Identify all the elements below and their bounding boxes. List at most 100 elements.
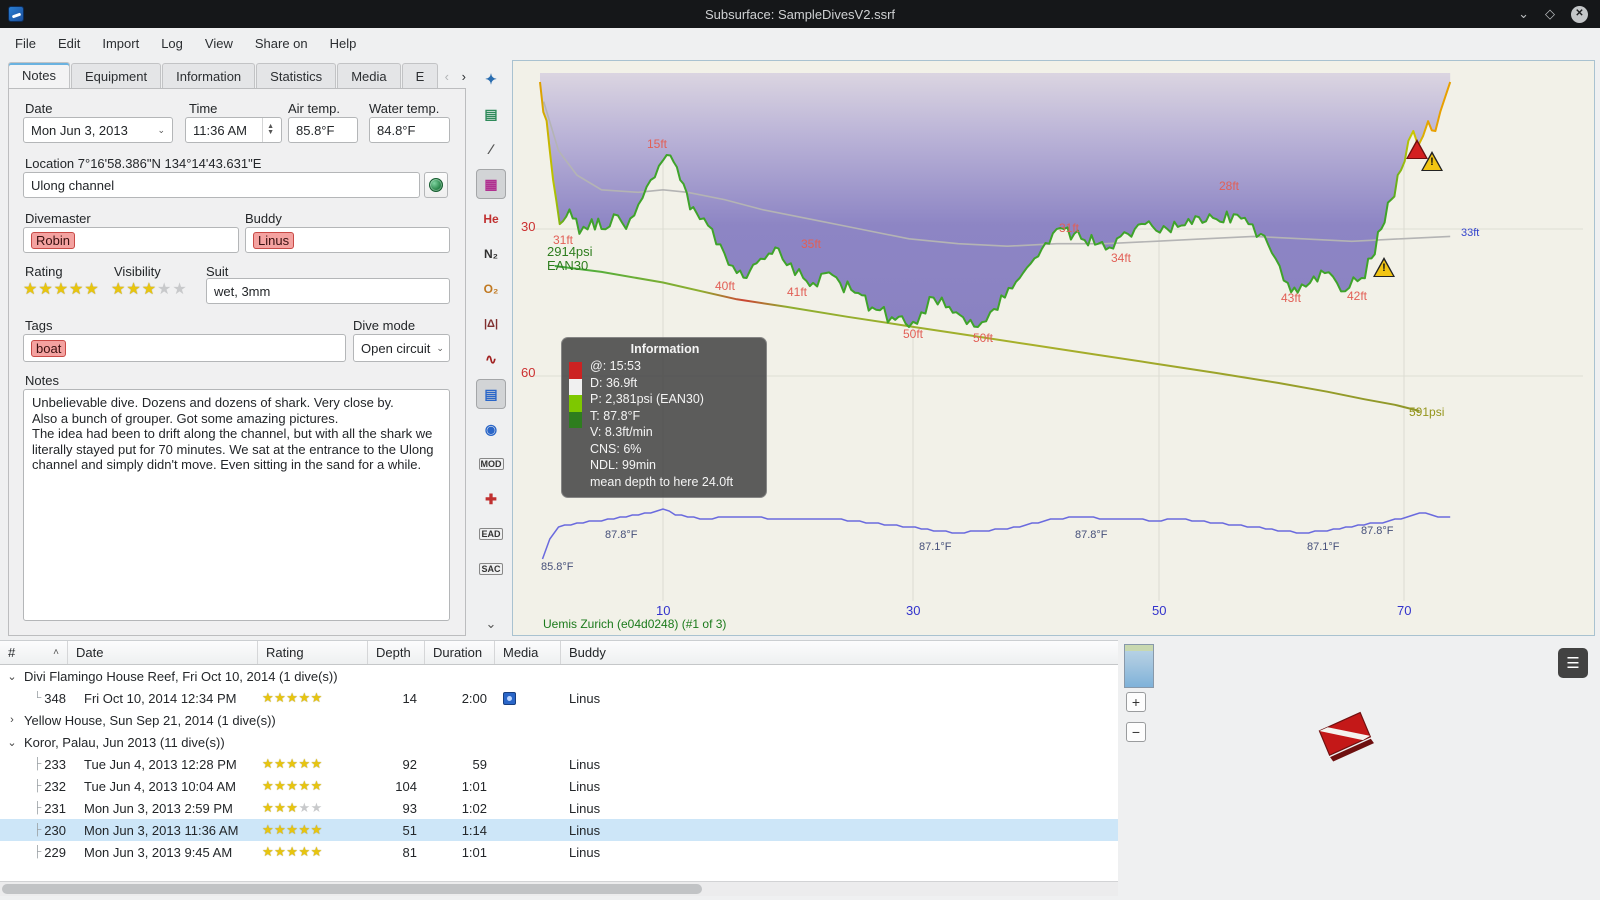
tab-equipment[interactable]: Equipment (70, 63, 162, 89)
warning-icon[interactable]: ! (1373, 257, 1395, 277)
trip-row[interactable]: ⌄ Koror, Palau, Jun 2013 (11 dive(s)) (0, 731, 1118, 753)
menu-edit[interactable]: Edit (47, 30, 91, 57)
rating-stars[interactable]: ★★★★★ (23, 279, 100, 299)
dive-profile-panel[interactable]: 30 60 10 30 50 70 15ft 28ft 31ft 35ft 40… (512, 60, 1595, 636)
sac-icon[interactable]: SAC (476, 554, 506, 584)
menu-file[interactable]: File (4, 30, 47, 57)
dive-info-panel: Notes Equipment Information Statistics M… (8, 62, 466, 636)
notes-label: Notes (25, 373, 59, 388)
dive-row[interactable]: ├ 229 Mon Jun 3, 2013 9:45 AM ★★★★★ 81 1:… (0, 841, 1118, 863)
dive-duration: 59 (472, 756, 487, 772)
col-number[interactable]: # ˄ (0, 641, 68, 664)
tab-information[interactable]: Information (162, 63, 256, 89)
menu-import[interactable]: Import (91, 30, 150, 57)
dive-row[interactable]: └ 348 Fri Oct 10, 2014 12:34 PM ★★★★★ 14 … (0, 687, 1118, 709)
visibility-stars[interactable]: ★★★★★ (111, 279, 188, 299)
pressure-delta-icon[interactable]: |Δ| (476, 309, 506, 339)
water-temp-field[interactable]: 84.8°F (369, 117, 450, 143)
helium-icon[interactable]: He (476, 204, 506, 234)
dive-site-map[interactable]: + − ☰ (1122, 640, 1600, 897)
tab-extra[interactable]: E (401, 63, 439, 89)
depth-label: 43ft (1281, 291, 1302, 305)
col-buddy[interactable]: Buddy (561, 641, 1118, 664)
col-depth[interactable]: Depth (368, 641, 425, 664)
divemaster-input[interactable]: Robin (23, 227, 239, 253)
date-combobox[interactable]: Mon Jun 3, 2013 ⌄ (23, 117, 173, 143)
location-label: Location 7°16'58.386"N 134°14'43.631"E (25, 156, 262, 171)
ead-icon[interactable]: EAD (476, 519, 506, 549)
dive-duration: 2:00 (461, 690, 487, 706)
dive-list: # ˄ Date Rating Depth Duration Media Budd… (0, 640, 1118, 896)
ceiling-icon[interactable]: ▦ (476, 169, 506, 199)
dive-mode-select[interactable]: Open circuit ⌄ (353, 334, 450, 362)
dive-computer-icon[interactable]: ✦ (476, 64, 506, 94)
dive-row[interactable]: ├ 232 Tue Jun 4, 2013 10:04 AM ★★★★★ 104 … (0, 775, 1118, 797)
dive-number: 231 (44, 800, 66, 816)
buddy-input[interactable]: Linus (245, 227, 450, 253)
dive-row[interactable]: ├ 233 Tue Jun 4, 2013 12:28 PM ★★★★★ 92 5… (0, 753, 1118, 775)
location-input[interactable]: Ulong channel (23, 172, 420, 198)
spinner-arrows-icon[interactable]: ▲ ▼ (262, 118, 274, 142)
menu-help[interactable]: Help (319, 30, 368, 57)
expand-arrow[interactable]: ⌄ (7, 670, 17, 683)
map-overview-thumbnail[interactable] (1124, 644, 1154, 688)
gas-drop-icon[interactable]: ◉ (476, 414, 506, 444)
depth-label: 28ft (1219, 179, 1240, 193)
oxygen-icon[interactable]: O₂ (476, 274, 506, 304)
trip-row[interactable]: ⌄ Divi Flamingo House Reef, Fri Oct 10, … (0, 665, 1118, 687)
dive-computer-label: Uemis Zurich (e04d0248) (#1 of 3) (543, 617, 727, 631)
dive-flag-marker[interactable] (1315, 708, 1383, 769)
tab-scroll-left-icon[interactable]: ‹ (439, 67, 454, 85)
deco-icon[interactable]: ✚ (476, 484, 506, 514)
col-date[interactable]: Date (68, 641, 258, 664)
time-spinner[interactable]: 11:36 AM ▲ ▼ (185, 117, 282, 143)
map-menu-button[interactable]: ☰ (1558, 648, 1588, 678)
expand-arrow[interactable]: ⌄ (7, 736, 17, 749)
chevron-down-icon: ⌄ (436, 342, 444, 353)
tree-branch: └ (33, 692, 42, 704)
photos-icon[interactable]: ▤ (476, 379, 506, 409)
horizontal-scrollbar[interactable] (0, 881, 1118, 896)
col-rating[interactable]: Rating (258, 641, 368, 664)
dive-buddy: Linus (569, 778, 601, 794)
tab-statistics[interactable]: Statistics (256, 63, 337, 89)
menu-view[interactable]: View (194, 30, 244, 57)
sort-asc-icon: ˄ (53, 647, 59, 658)
ruler-icon[interactable]: ∕ (476, 134, 506, 164)
dive-row-selected[interactable]: ├ 230 Mon Jun 3, 2013 11:36 AM ★★★★★ 51 1… (0, 819, 1118, 841)
close-button[interactable]: ✕ (1571, 5, 1588, 23)
warning-icon[interactable]: ! (1421, 151, 1443, 171)
tags-input[interactable]: boat (23, 334, 346, 362)
dive-row[interactable]: ├ 231 Mon Jun 3, 2013 2:59 PM ★★★★★ 93 1:… (0, 797, 1118, 819)
map-zoom-out-button[interactable]: − (1126, 722, 1146, 742)
dive-depth: 104 (395, 778, 417, 794)
maximize-button[interactable]: ◇ (1545, 6, 1555, 22)
globe-button[interactable] (424, 172, 448, 198)
map-zoom-in-button[interactable]: + (1126, 692, 1146, 712)
mod-icon[interactable]: MOD (476, 449, 506, 479)
dive-rating: ★★★★★ (262, 690, 323, 705)
photos-indicator-icon[interactable] (503, 691, 516, 705)
toolbar-more-icon[interactable]: ⌄ (486, 616, 497, 632)
tab-notes[interactable]: Notes (8, 62, 70, 89)
suit-input[interactable]: wet, 3mm (206, 278, 450, 304)
trip-row[interactable]: › Yellow House, Sun Sep 21, 2014 (1 dive… (0, 709, 1118, 731)
tree-branch: ├ (33, 846, 42, 858)
menu-log[interactable]: Log (150, 30, 194, 57)
time-label: Time (189, 101, 218, 116)
minimize-button[interactable]: ⌄ (1518, 6, 1529, 22)
col-media[interactable]: Media (495, 641, 561, 664)
notes-textarea[interactable]: Unbelievable dive. Dozens and dozens of … (23, 389, 450, 621)
dive-date: Mon Jun 3, 2013 9:45 AM (84, 844, 233, 860)
nitrogen-icon[interactable]: N₂ (476, 239, 506, 269)
picture-icon[interactable]: ▤ (476, 99, 506, 129)
air-temp-field[interactable]: 85.8°F (288, 117, 358, 143)
tabbar: Notes Equipment Information Statistics M… (8, 62, 466, 89)
app-window: { "window": { "title": "Subsurface: Samp… (0, 0, 1600, 900)
menu-share-on[interactable]: Share on (244, 30, 319, 57)
col-duration[interactable]: Duration (425, 641, 495, 664)
tab-media[interactable]: Media (337, 63, 401, 89)
heartrate-icon[interactable]: ∿ (476, 344, 506, 374)
scrollbar-handle[interactable] (2, 884, 702, 894)
expand-arrow[interactable]: › (7, 714, 17, 726)
